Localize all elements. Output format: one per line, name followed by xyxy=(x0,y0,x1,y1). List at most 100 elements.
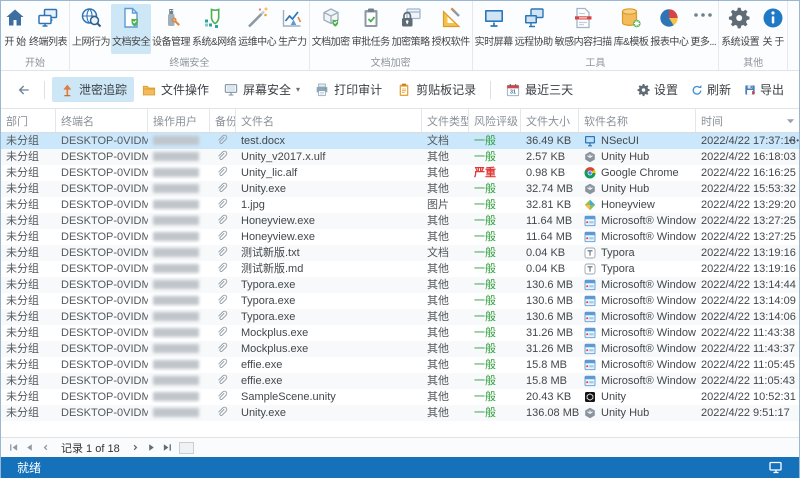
table-row[interactable]: 未分组 DESKTOP-0VIDMDJ Honeyview.exe 其他 一般 … xyxy=(1,213,799,229)
table-row[interactable]: 未分组 DESKTOP-0VIDMDJ Typora.exe 其他 一般 130… xyxy=(1,277,799,293)
ribbon-item-remote-assist[interactable]: 远程协助 xyxy=(514,4,554,54)
ribbon-item-realtime-screen[interactable]: 实时屏幕 xyxy=(474,4,514,54)
table-row[interactable]: 未分组 DESKTOP-0VIDMDJ Unity.exe 其他 一般 136.… xyxy=(1,405,799,421)
cell-backup xyxy=(210,357,236,373)
globe-search-icon xyxy=(79,6,103,30)
column-header-user[interactable]: 操作用户 xyxy=(148,109,210,132)
column-header-software[interactable]: 软件名称 xyxy=(579,109,696,132)
table-row[interactable]: 未分组 DESKTOP-0VIDMDJ Unity_lic.alf 其他 严重 … xyxy=(1,165,799,181)
shield-grid-icon xyxy=(202,6,226,30)
software-name: Google Chrome xyxy=(601,167,679,179)
cell-time: 2022/4/22 10:52:31 xyxy=(701,391,796,403)
ribbon-group-label: 其他 xyxy=(743,58,764,69)
pager-next2-button[interactable] xyxy=(128,441,144,455)
table-row[interactable]: 未分组 DESKTOP-0VIDMDJ Unity.exe 其他 一般 32.7… xyxy=(1,181,799,197)
cell-software: Microsoft® Windows® Oper... xyxy=(579,229,696,245)
ribbon-item-productivity[interactable]: 生产力 xyxy=(277,4,308,54)
column-header-label: 部门 xyxy=(6,115,28,128)
app-mswin-icon xyxy=(584,295,596,307)
table-row[interactable]: 未分组 DESKTOP-0VIDMDJ Honeyview.exe 其他 一般 … xyxy=(1,229,799,245)
ribbon-item-start[interactable]: 开 始 xyxy=(2,4,28,54)
table-row[interactable]: 未分组 DESKTOP-0VIDMDJ Mockplus.exe 其他 一般 3… xyxy=(1,325,799,341)
table-row[interactable]: 未分组 DESKTOP-0VIDMDJ 1.jpg 图片 一般 32.81 KB… xyxy=(1,197,799,213)
leak-trace-icon xyxy=(59,82,75,98)
cell-filename: Unity.exe xyxy=(241,407,287,419)
software-name: Typora xyxy=(601,247,635,259)
screen-monitor-icon[interactable] xyxy=(769,461,783,474)
cell-filesize: 20.43 KB xyxy=(526,391,572,403)
column-header-filename[interactable]: 文件名 xyxy=(236,109,422,132)
table-row[interactable]: 未分组 DESKTOP-0VIDMDJ SampleScene.unity 其他… xyxy=(1,389,799,405)
cell-risk: 一般 xyxy=(474,343,496,355)
ribbon-item-licensed-software[interactable]: 授权软件 xyxy=(431,4,471,54)
pager-last-button[interactable] xyxy=(160,441,176,455)
toolbar-button-clipboard-records[interactable]: 剪贴板记录 xyxy=(389,77,483,102)
ribbon-item-web-behavior[interactable]: 上网行为 xyxy=(71,4,111,54)
column-header-backup[interactable]: 备份 xyxy=(210,109,236,132)
ribbon-item-encrypt-policy[interactable]: 加密策略 xyxy=(391,4,431,54)
ribbon-item-library-templates[interactable]: 库&模板 xyxy=(613,4,650,54)
ribbon-item-doc-encrypt[interactable]: 文档加密 xyxy=(311,4,351,54)
column-header-filesize[interactable]: 文件大小 xyxy=(521,109,579,132)
database-icon xyxy=(619,6,643,30)
toolbar-button-screen-security[interactable]: 屏幕安全 ▾ xyxy=(216,77,307,102)
pager-next-button[interactable] xyxy=(144,441,160,455)
ribbon-item-system-network[interactable]: 系统&网络 xyxy=(191,4,237,54)
cell-backup xyxy=(210,261,236,277)
toolbar-button-recent-three-days[interactable]: 31 最近三天 xyxy=(498,77,580,102)
ribbon-item-doc-security[interactable]: 文档安全 xyxy=(111,4,151,54)
table-row[interactable]: 未分组 DESKTOP-0VIDMDJ 测试新版.md 其他 一般 0.04 K… xyxy=(1,261,799,277)
column-header-terminal[interactable]: 终端名 xyxy=(56,109,148,132)
ribbon-group-other: 系统设置 关 于 其他 xyxy=(719,1,789,70)
row-overflow-menu[interactable]: ••• xyxy=(789,133,799,149)
ribbon-item-approval-tasks[interactable]: 审批任务 xyxy=(351,4,391,54)
app-mswin-icon xyxy=(584,343,596,355)
toolbar-button-refresh[interactable]: 刷新 xyxy=(685,78,736,101)
ribbon-item-more[interactable]: 更多... xyxy=(689,4,717,54)
app-chrome-icon xyxy=(584,167,596,179)
ribbon-item-report-center[interactable]: 报表中心 xyxy=(649,4,689,54)
table-row[interactable]: 未分组 DESKTOP-0VIDMDJ Mockplus.exe 其他 一般 3… xyxy=(1,341,799,357)
pager-first-button[interactable] xyxy=(5,441,21,455)
column-header-risk[interactable]: 风险评级 xyxy=(469,109,521,132)
cell-filename: Typora.exe xyxy=(241,311,296,323)
pager-prev2-button[interactable] xyxy=(37,441,53,455)
toolbar-button-file-operations[interactable]: 文件操作 xyxy=(134,77,216,102)
toolbar-button-leak-trace[interactable]: 泄密追踪 xyxy=(52,77,135,102)
cell-software: Unity Hub xyxy=(579,149,696,165)
ribbon-item-device-mgmt[interactable]: 设备管理 xyxy=(151,4,191,54)
table-row[interactable]: 未分组 DESKTOP-0VIDMDJ Unity_v2017.x.ulf 其他… xyxy=(1,149,799,165)
table-row[interactable]: 未分组 DESKTOP-0VIDMDJ 测试新版.txt 文档 一般 0.04 … xyxy=(1,245,799,261)
ribbon-item-sensitive-scan[interactable]: 敏感内容扫描 xyxy=(554,4,613,54)
column-header-filetype[interactable]: 文件类型 xyxy=(422,109,469,132)
pager-prev-button[interactable] xyxy=(21,441,37,455)
cell-filename: Unity_v2017.x.ulf xyxy=(241,151,326,163)
software-name: NSecUI xyxy=(601,135,639,147)
cell-filename: Typora.exe xyxy=(241,295,296,307)
ribbon-item-ops-center[interactable]: 运维中心 xyxy=(237,4,277,54)
table-row[interactable]: 未分组 DESKTOP-0VIDMDJ effie.exe 其他 一般 15.8… xyxy=(1,357,799,373)
table-row[interactable]: 未分组 DESKTOP-0VIDMDJ test.docx 文档 一般 36.4… xyxy=(1,133,799,149)
cell-user xyxy=(148,373,210,389)
cell-risk: 严重 xyxy=(474,167,496,179)
toolbar-button-settings[interactable]: 设置 xyxy=(632,78,683,101)
pager: 记录 1 of 18 xyxy=(1,437,799,457)
cell-filetype: 其他 xyxy=(427,327,449,339)
app-unityhub-icon xyxy=(584,183,596,195)
cell-filename: test.docx xyxy=(241,135,286,147)
table-row[interactable]: 未分组 DESKTOP-0VIDMDJ Typora.exe 其他 一般 130… xyxy=(1,293,799,309)
ribbon-item-terminal-list[interactable]: 终端列表 xyxy=(28,4,68,54)
column-header-time[interactable]: 时间 xyxy=(696,109,799,132)
toolbar-button-export[interactable]: 导出 xyxy=(738,78,789,101)
pager-custom-button[interactable] xyxy=(178,441,194,454)
cell-filename: effie.exe xyxy=(241,359,283,371)
table-row[interactable]: 未分组 DESKTOP-0VIDMDJ Typora.exe 其他 一般 130… xyxy=(1,309,799,325)
cell-dept: 未分组 xyxy=(6,359,39,371)
ribbon-item-about[interactable]: 关 于 xyxy=(760,4,786,54)
ribbon-item-system-settings[interactable]: 系统设置 xyxy=(720,4,760,54)
toolbar-button-print-audit[interactable]: 打印审计 xyxy=(307,77,389,102)
table-row[interactable]: 未分组 DESKTOP-0VIDMDJ effie.exe 其他 一般 15.8… xyxy=(1,373,799,389)
column-header-dept[interactable]: 部门 xyxy=(1,109,56,132)
cell-terminal: DESKTOP-0VIDMDJ xyxy=(61,231,148,243)
back-button[interactable] xyxy=(11,78,37,102)
